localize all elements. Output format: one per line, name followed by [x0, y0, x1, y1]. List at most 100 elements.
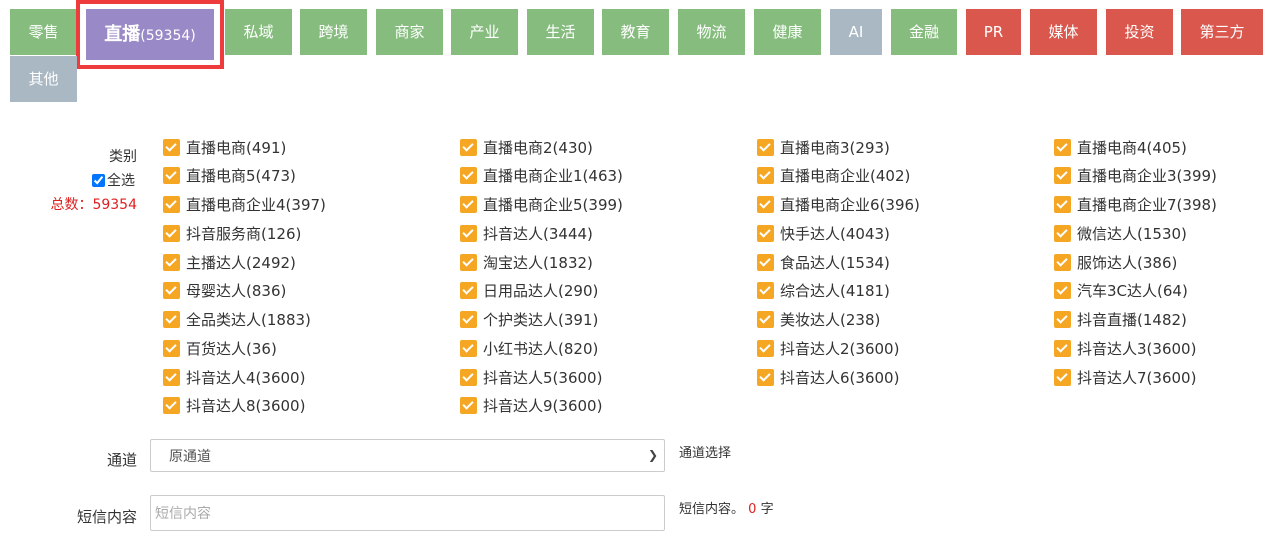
checkbox-checked-icon[interactable] — [757, 253, 774, 271]
category-checkbox[interactable]: 抖音达人7(3600) — [1054, 367, 1196, 387]
checkbox-checked-icon[interactable] — [163, 282, 180, 300]
select-all-input[interactable] — [92, 173, 105, 187]
checkbox-checked-icon[interactable] — [163, 196, 180, 213]
category-checkbox[interactable]: 直播电商3(293) — [757, 137, 890, 157]
checkbox-checked-icon[interactable] — [1054, 311, 1071, 328]
tab-retail[interactable]: 零售 — [10, 9, 77, 55]
checkbox-checked-icon[interactable] — [1054, 253, 1071, 271]
checkbox-checked-icon[interactable] — [163, 397, 180, 415]
checkbox-checked-icon[interactable] — [460, 311, 477, 328]
category-checkbox[interactable]: 直播电商(491) — [163, 137, 286, 157]
category-checkbox[interactable]: 抖音直播(1482) — [1054, 310, 1187, 330]
tab-media[interactable]: 媒体 — [1030, 9, 1097, 55]
checkbox-checked-icon[interactable] — [757, 339, 774, 357]
category-checkbox[interactable]: 百货达人(36) — [163, 338, 277, 358]
category-checkbox[interactable]: 全品类达人(1883) — [163, 310, 311, 330]
category-checkbox[interactable]: 微信达人(1530) — [1054, 223, 1187, 243]
category-checkbox[interactable]: 母婴达人(836) — [163, 281, 286, 301]
category-checkbox[interactable]: 主播达人(2492) — [163, 252, 296, 272]
category-checkbox[interactable]: 综合达人(4181) — [757, 281, 890, 301]
category-checkbox-label: 直播电商企业4(397) — [186, 196, 326, 214]
tab-industry[interactable]: 产业 — [451, 9, 518, 55]
checkbox-checked-icon[interactable] — [1054, 224, 1071, 242]
checkbox-checked-icon[interactable] — [1054, 196, 1071, 213]
checkbox-checked-icon[interactable] — [757, 167, 774, 185]
checkbox-checked-icon[interactable] — [460, 196, 477, 213]
category-checkbox[interactable]: 直播电商企业4(397) — [163, 195, 326, 215]
category-checkbox[interactable]: 小红书达人(820) — [460, 338, 598, 358]
channel-hint: 通道选择 — [679, 446, 732, 461]
checkbox-checked-icon[interactable] — [757, 224, 774, 242]
category-checkbox[interactable]: 个护类达人(391) — [460, 310, 598, 330]
tab-thirdparty[interactable]: 第三方 — [1181, 9, 1263, 55]
category-checkbox[interactable]: 直播电商5(473) — [163, 166, 296, 186]
category-checkbox[interactable]: 直播电商企业(402) — [757, 166, 910, 186]
checkbox-checked-icon[interactable] — [163, 311, 180, 328]
category-checkbox[interactable]: 直播电商2(430) — [460, 137, 593, 157]
checkbox-checked-icon[interactable] — [460, 339, 477, 357]
tab-education[interactable]: 教育 — [602, 9, 669, 55]
category-checkbox[interactable]: 抖音达人8(3600) — [163, 396, 305, 416]
checkbox-checked-icon[interactable] — [1054, 167, 1071, 185]
checkbox-checked-icon[interactable] — [163, 167, 180, 185]
checkbox-checked-icon[interactable] — [460, 224, 477, 242]
checkbox-checked-icon[interactable] — [460, 397, 477, 415]
checkbox-checked-icon[interactable] — [1054, 138, 1071, 156]
checkbox-checked-icon[interactable] — [757, 311, 774, 328]
category-checkbox[interactable]: 直播电商企业3(399) — [1054, 166, 1217, 186]
checkbox-checked-icon[interactable] — [163, 138, 180, 156]
checkbox-checked-icon[interactable] — [460, 253, 477, 271]
tab-private[interactable]: 私域 — [225, 9, 292, 55]
checkbox-checked-icon[interactable] — [757, 368, 774, 386]
category-checkbox[interactable]: 快手达人(4043) — [757, 223, 890, 243]
checkbox-checked-icon[interactable] — [460, 368, 477, 386]
category-checkbox[interactable]: 抖音达人6(3600) — [757, 367, 899, 387]
checkbox-checked-icon[interactable] — [757, 282, 774, 300]
checkbox-checked-icon[interactable] — [1054, 339, 1071, 357]
checkbox-checked-icon[interactable] — [1054, 282, 1071, 300]
category-checkbox[interactable]: 直播电商企业6(396) — [757, 195, 920, 215]
category-checkbox[interactable]: 食品达人(1534) — [757, 252, 890, 272]
category-checkbox[interactable]: 抖音服务商(126) — [163, 223, 301, 243]
checkbox-checked-icon[interactable] — [163, 368, 180, 386]
checkbox-checked-icon[interactable] — [163, 224, 180, 242]
category-checkbox[interactable]: 汽车3C达人(64) — [1054, 281, 1188, 301]
category-checkbox[interactable]: 直播电商企业7(398) — [1054, 195, 1217, 215]
tab-livestream-active[interactable]: 直播(59354) — [76, 0, 224, 69]
category-checkbox[interactable]: 美妆达人(238) — [757, 310, 880, 330]
category-checkbox[interactable]: 抖音达人9(3600) — [460, 396, 602, 416]
category-checkbox[interactable]: 抖音达人2(3600) — [757, 338, 899, 358]
checkbox-checked-icon[interactable] — [163, 339, 180, 357]
checkbox-checked-icon[interactable] — [163, 253, 180, 271]
tab-other[interactable]: 其他 — [10, 56, 77, 102]
checkbox-checked-icon[interactable] — [1054, 368, 1071, 386]
category-checkbox[interactable]: 日用品达人(290) — [460, 281, 598, 301]
tab-merchant[interactable]: 商家 — [376, 9, 443, 55]
category-checkbox[interactable]: 直播电商4(405) — [1054, 137, 1187, 157]
category-checkbox[interactable]: 淘宝达人(1832) — [460, 252, 593, 272]
category-checkbox[interactable]: 抖音达人3(3600) — [1054, 338, 1196, 358]
category-checkbox[interactable]: 抖音达人4(3600) — [163, 367, 305, 387]
checkbox-checked-icon[interactable] — [460, 167, 477, 185]
tab-finance[interactable]: 金融 — [891, 9, 957, 55]
category-checkbox[interactable]: 直播电商企业5(399) — [460, 195, 623, 215]
checkbox-checked-icon[interactable] — [460, 282, 477, 300]
tab-health[interactable]: 健康 — [754, 9, 821, 55]
tab-logistics[interactable]: 物流 — [678, 9, 745, 55]
category-checkbox[interactable]: 抖音达人5(3600) — [460, 367, 602, 387]
category-checkbox[interactable]: 直播电商企业1(463) — [460, 166, 623, 186]
tab-pr[interactable]: PR — [966, 9, 1021, 55]
tab-ai[interactable]: AI — [830, 9, 882, 55]
tab-crossborder[interactable]: 跨境 — [300, 9, 367, 55]
checkbox-checked-icon[interactable] — [757, 138, 774, 156]
category-checkbox[interactable]: 抖音达人(3444) — [460, 223, 593, 243]
tab-invest[interactable]: 投资 — [1106, 9, 1173, 55]
channel-select[interactable]: 原通道 ❯ — [150, 439, 665, 472]
category-checkbox[interactable]: 服饰达人(386) — [1054, 252, 1177, 272]
tab-life[interactable]: 生活 — [527, 9, 594, 55]
checkbox-checked-icon[interactable] — [757, 196, 774, 213]
select-all-checkbox[interactable]: 全选 — [92, 170, 135, 190]
category-checkbox-label: 百货达人(36) — [186, 339, 277, 358]
checkbox-checked-icon[interactable] — [460, 138, 477, 156]
sms-content-input[interactable]: 短信内容 — [150, 495, 665, 531]
